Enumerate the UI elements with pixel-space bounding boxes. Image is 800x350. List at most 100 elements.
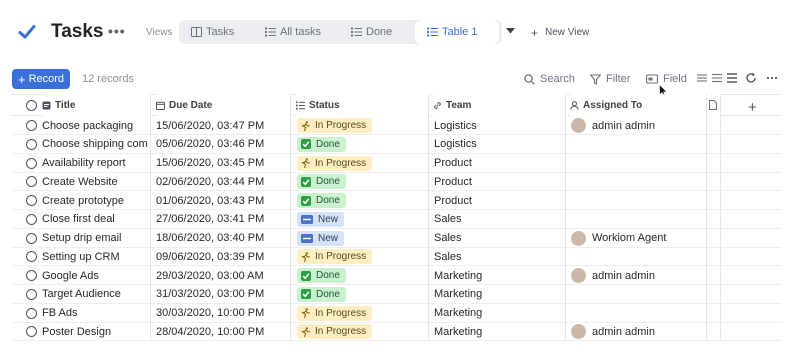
cell-assigned-to[interactable] bbox=[571, 154, 706, 173]
cell-title[interactable]: FB Ads bbox=[42, 304, 149, 323]
cell-status[interactable]: New bbox=[297, 210, 430, 229]
table-row[interactable]: Create Website 02/06/2020, 03:44 PM Done Pr… bbox=[12, 172, 781, 192]
filter-button[interactable]: Filter bbox=[590, 71, 630, 87]
cell-due-date[interactable]: 01/06/2020, 03:43 PM bbox=[156, 191, 292, 210]
table-row[interactable]: Setup drip email 18/06/2020, 03:40 PM New S… bbox=[12, 229, 781, 248]
cell-assigned-to[interactable] bbox=[571, 135, 706, 154]
column-team[interactable]: Team bbox=[433, 94, 567, 116]
cell-assigned-to[interactable] bbox=[571, 172, 706, 191]
select-all-checkbox[interactable] bbox=[26, 100, 37, 111]
cell-assigned-to[interactable] bbox=[571, 304, 706, 323]
cell-assigned-to[interactable] bbox=[571, 247, 706, 266]
cell-assigned-to[interactable]: Workiom Agent bbox=[571, 229, 706, 248]
table-row[interactable]: Close first deal 27/06/2020, 03:41 PM New S… bbox=[12, 210, 781, 229]
cell-status[interactable]: In Progress bbox=[297, 154, 430, 173]
more-options-icon[interactable]: ••• bbox=[108, 23, 126, 39]
cell-status[interactable]: Done bbox=[297, 172, 430, 191]
row-checkbox[interactable] bbox=[26, 120, 37, 131]
table-row[interactable]: Availability report 15/06/2020, 03:45 PM I… bbox=[12, 154, 781, 173]
row-height-tall-icon[interactable] bbox=[726, 72, 738, 84]
tab-all-tasks[interactable]: All tasks bbox=[265, 20, 321, 44]
column-title[interactable]: Title bbox=[42, 94, 152, 116]
cell-due-date[interactable]: 31/03/2020, 03:00 PM bbox=[156, 285, 292, 304]
table-row[interactable]: Poster Design 28/04/2020, 10:00 PM In Prog… bbox=[12, 322, 781, 342]
cell-due-date[interactable]: 30/03/2020, 10:00 PM bbox=[156, 304, 292, 323]
cell-team[interactable]: Marketing bbox=[434, 266, 564, 285]
row-checkbox[interactable] bbox=[26, 251, 37, 263]
table-row[interactable]: Choose shipping com… 05/06/2020, 03:46 PM… bbox=[12, 135, 781, 154]
table-row[interactable]: Setting up CRM 09/06/2020, 03:39 PM In Pro… bbox=[12, 247, 781, 267]
cell-team[interactable]: Logistics bbox=[434, 135, 564, 154]
cell-title[interactable]: Create Website bbox=[42, 172, 149, 191]
cell-title[interactable]: Availability report bbox=[42, 154, 149, 173]
new-view-button[interactable]: New View bbox=[545, 27, 589, 38]
cell-status[interactable]: New bbox=[297, 229, 430, 248]
row-checkbox[interactable] bbox=[26, 326, 37, 338]
cell-title[interactable]: Choose packaging bbox=[42, 116, 149, 135]
add-record-button[interactable]: + Record bbox=[12, 69, 70, 89]
cell-team[interactable]: Logistics bbox=[434, 116, 564, 135]
row-checkbox[interactable] bbox=[26, 213, 37, 225]
cell-due-date[interactable]: 29/03/2020, 03:00 AM bbox=[156, 266, 292, 285]
cell-team[interactable]: Sales bbox=[434, 247, 564, 266]
row-height-medium-icon[interactable] bbox=[711, 72, 723, 84]
row-checkbox[interactable] bbox=[26, 288, 37, 300]
cell-team[interactable]: Marketing bbox=[434, 304, 564, 323]
cell-title[interactable]: Close first deal bbox=[42, 210, 149, 229]
cell-title[interactable]: Setup drip email bbox=[42, 229, 149, 248]
cell-assigned-to[interactable]: admin admin bbox=[571, 266, 706, 285]
tab-table-1[interactable]: Table 1 bbox=[415, 20, 499, 44]
cell-due-date[interactable]: 05/06/2020, 03:46 PM bbox=[156, 135, 292, 154]
cell-status[interactable]: Done bbox=[297, 285, 430, 304]
cell-title[interactable]: Setting up CRM bbox=[42, 247, 149, 266]
table-row[interactable]: FB Ads 30/03/2020, 10:00 PM In Progress Mar… bbox=[12, 304, 781, 323]
cell-title[interactable]: Google Ads bbox=[42, 266, 149, 285]
refresh-icon[interactable] bbox=[745, 72, 757, 84]
cell-due-date[interactable]: 09/06/2020, 03:39 PM bbox=[156, 247, 292, 266]
cell-assigned-to[interactable]: admin admin bbox=[571, 322, 706, 341]
cell-due-date[interactable]: 18/06/2020, 03:40 PM bbox=[156, 229, 292, 248]
row-checkbox[interactable] bbox=[26, 270, 37, 281]
cell-assigned-to[interactable] bbox=[571, 285, 706, 304]
tab-done[interactable]: Done bbox=[351, 20, 392, 44]
plus-icon[interactable]: + bbox=[531, 26, 538, 40]
add-field-icon[interactable]: + bbox=[748, 99, 757, 116]
table-row[interactable]: Choose packaging 15/06/2020, 03:47 PM In P… bbox=[12, 116, 781, 135]
cell-status[interactable]: Done bbox=[297, 135, 430, 154]
search-button[interactable]: Search bbox=[524, 71, 575, 87]
row-height-short-icon[interactable] bbox=[696, 72, 708, 84]
row-checkbox[interactable] bbox=[26, 232, 37, 244]
cell-team[interactable]: Product bbox=[434, 154, 564, 173]
cell-status[interactable]: In Progress bbox=[297, 116, 430, 135]
cell-due-date[interactable]: 27/06/2020, 03:41 PM bbox=[156, 210, 292, 229]
cell-due-date[interactable]: 02/06/2020, 03:44 PM bbox=[156, 172, 292, 191]
cell-status[interactable]: In Progress bbox=[297, 247, 430, 266]
row-checkbox[interactable] bbox=[26, 176, 37, 188]
cell-team[interactable]: Product bbox=[434, 172, 564, 191]
cell-due-date[interactable]: 15/06/2020, 03:47 PM bbox=[156, 116, 292, 135]
row-checkbox[interactable] bbox=[26, 307, 37, 319]
row-checkbox[interactable] bbox=[26, 157, 37, 169]
row-checkbox[interactable] bbox=[26, 138, 37, 150]
cell-title[interactable]: Create prototype bbox=[42, 191, 149, 210]
cell-title[interactable]: Poster Design bbox=[42, 322, 149, 341]
column-status[interactable]: Status bbox=[296, 94, 430, 116]
table-row[interactable]: Google Ads 29/03/2020, 03:00 AM Done Market… bbox=[12, 266, 781, 285]
cell-status[interactable]: Done bbox=[297, 266, 430, 285]
cell-status[interactable]: In Progress bbox=[297, 322, 430, 341]
cell-team[interactable]: Sales bbox=[434, 210, 564, 229]
table-row[interactable]: Create prototype 01/06/2020, 03:43 PM Done… bbox=[12, 191, 781, 210]
cell-due-date[interactable]: 15/06/2020, 03:45 PM bbox=[156, 154, 292, 173]
cell-assigned-to[interactable] bbox=[571, 210, 706, 229]
tab-tasks[interactable]: Tasks bbox=[191, 20, 234, 44]
column-attachment[interactable] bbox=[706, 94, 720, 116]
column-due-date[interactable]: Due Date bbox=[156, 94, 292, 116]
row-checkbox[interactable] bbox=[26, 195, 37, 206]
cell-team[interactable]: Product bbox=[434, 191, 564, 210]
cell-title[interactable]: Choose shipping com… bbox=[42, 135, 149, 154]
cell-team[interactable]: Marketing bbox=[434, 322, 564, 341]
cell-team[interactable]: Marketing bbox=[434, 285, 564, 304]
cell-due-date[interactable]: 28/04/2020, 10:00 PM bbox=[156, 322, 292, 341]
column-assigned-to[interactable]: Assigned To bbox=[570, 94, 706, 116]
chevron-down-icon[interactable] bbox=[506, 28, 515, 34]
